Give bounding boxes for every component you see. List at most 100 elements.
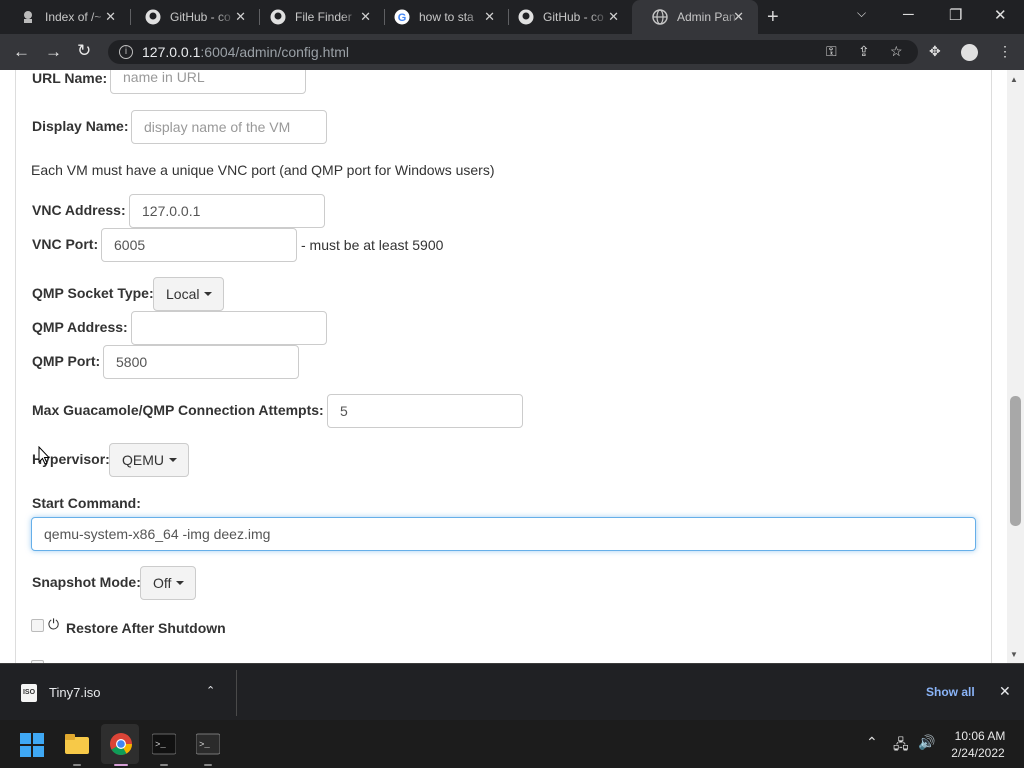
close-icon[interactable]: ✕ xyxy=(105,9,116,25)
menu-kebab-icon[interactable]: ⋮ xyxy=(998,43,1012,60)
iso-file-icon: ISO xyxy=(21,684,37,702)
url-text[interactable]: 127.0.0.1:6004/admin/config.html xyxy=(142,44,349,60)
vnc-address-input[interactable]: 127.0.0.1 xyxy=(129,194,325,228)
close-download-bar-icon[interactable]: ✕ xyxy=(999,683,1011,700)
file-explorer-icon[interactable] xyxy=(65,732,89,756)
minimize-icon[interactable]: ─ xyxy=(903,6,914,23)
caret-down-icon xyxy=(169,458,177,462)
volume-icon[interactable]: 🔊 xyxy=(918,734,935,751)
vnc-port-input[interactable]: 6005 xyxy=(101,228,297,262)
google-icon: G xyxy=(394,9,410,25)
close-window-icon[interactable]: ✕ xyxy=(994,6,1007,24)
qmp-socket-label: QMP Socket Type: xyxy=(32,285,154,301)
caret-down-icon xyxy=(204,292,213,296)
restore-icon[interactable]: ❐ xyxy=(949,6,962,24)
restore-after-shutdown-checkbox[interactable] xyxy=(31,619,44,632)
back-arrow-icon[interactable]: ← xyxy=(13,42,30,62)
bookmark-star-icon[interactable]: ☆ xyxy=(890,43,903,60)
scrollbar-thumb[interactable] xyxy=(1010,396,1021,526)
vnc-note: Each VM must have a unique VNC port (and… xyxy=(31,162,495,178)
download-divider xyxy=(236,670,237,716)
tab-google-search[interactable]: G how to sta ✕ xyxy=(374,0,509,34)
snapshot-mode-dropdown[interactable]: Off xyxy=(140,566,196,600)
vnc-port-hint: - must be at least 5900 xyxy=(301,237,444,253)
extensions-icon[interactable]: ✥ xyxy=(929,43,941,60)
snapshot-mode-label: Snapshot Mode: xyxy=(32,574,141,590)
scroll-down-arrow-icon[interactable]: ▼ xyxy=(1010,650,1018,659)
svg-text:G: G xyxy=(398,12,407,24)
mouse-cursor-icon xyxy=(38,446,50,465)
active-app-indicator xyxy=(114,764,128,766)
tab-title: GitHub - co xyxy=(170,10,236,24)
url-path: :6004/admin/config.html xyxy=(200,44,350,60)
caret-down-icon xyxy=(176,581,185,585)
tab-search-icon[interactable]: ⌵ xyxy=(857,6,866,21)
tab-title: how to sta xyxy=(419,10,485,24)
show-all-link[interactable]: Show all xyxy=(926,685,975,699)
clock-time[interactable]: 10:06 AM xyxy=(950,729,1010,743)
hypervisor-value: QEMU xyxy=(122,452,164,468)
page-scrollbar[interactable] xyxy=(1007,70,1024,663)
start-command-input[interactable]: qemu-system-x86_64 -img deez.img xyxy=(31,517,976,551)
clock-date[interactable]: 2/24/2022 xyxy=(946,746,1010,760)
close-icon[interactable]: ✕ xyxy=(733,9,744,25)
qmp-address-input[interactable] xyxy=(131,311,327,345)
download-bar: ISO Tiny7.iso ⌃ Show all ✕ xyxy=(0,663,1024,720)
close-icon[interactable]: ✕ xyxy=(608,9,619,25)
windows-start-icon[interactable] xyxy=(20,733,44,757)
globe-icon xyxy=(652,9,668,25)
vnc-address-label: VNC Address: xyxy=(32,202,126,218)
tab-title: GitHub - co xyxy=(543,10,609,24)
command-prompt-icon[interactable]: >_ xyxy=(196,732,220,756)
network-icon[interactable]: 🖧 xyxy=(893,734,909,758)
forward-arrow-icon[interactable]: → xyxy=(45,42,62,62)
tab-title: File Finder xyxy=(295,10,361,24)
qmp-address-label: QMP Address: xyxy=(32,319,128,335)
url-name-input[interactable]: name in URL xyxy=(110,70,306,94)
url-name-label: URL Name: xyxy=(32,70,108,86)
github-icon xyxy=(145,9,161,25)
hypervisor-dropdown[interactable]: QEMU xyxy=(109,443,189,477)
github-icon xyxy=(270,9,286,25)
profile-avatar-icon[interactable] xyxy=(961,44,978,61)
close-icon[interactable]: ✕ xyxy=(235,9,246,25)
scroll-up-arrow-icon[interactable]: ▲ xyxy=(1010,75,1018,84)
chrome-icon[interactable] xyxy=(109,732,133,756)
share-icon[interactable]: ⇪ xyxy=(858,43,870,60)
browser-tab-strip: Index of /~ ✕ GitHub - co ✕ File Finder … xyxy=(0,0,1024,34)
download-file-name[interactable]: Tiny7.iso xyxy=(49,685,101,700)
key-icon[interactable]: ⚿ xyxy=(826,43,837,60)
tab-index-of[interactable]: Index of /~ ✕ xyxy=(0,0,130,34)
max-attempts-input[interactable]: 5 xyxy=(327,394,523,428)
page-viewport: URL Name: name in URL Display Name: disp… xyxy=(0,70,1024,663)
snapshot-mode-value: Off xyxy=(153,575,172,591)
tab-file-finder[interactable]: File Finder ✕ xyxy=(250,0,385,34)
terminal-icon[interactable]: >_ xyxy=(152,732,176,756)
tab-title: Index of /~ xyxy=(45,10,111,24)
app-indicator xyxy=(160,764,168,766)
close-icon[interactable]: ✕ xyxy=(484,9,495,25)
app-indicator xyxy=(204,764,212,766)
reload-icon[interactable]: ↻ xyxy=(77,41,91,61)
web-icon xyxy=(20,9,36,25)
qmp-socket-dropdown[interactable]: Local xyxy=(153,277,224,311)
power-icon: ⏻ xyxy=(48,616,60,632)
url-host: 127.0.0.1 xyxy=(142,44,201,60)
svg-text:>_: >_ xyxy=(199,740,210,750)
tab-github-1[interactable]: GitHub - co ✕ xyxy=(125,0,260,34)
qmp-port-input[interactable]: 5800 xyxy=(103,345,299,379)
qmp-port-label: QMP Port: xyxy=(32,353,101,369)
display-name-input[interactable]: display name of the VM xyxy=(131,110,327,144)
tab-admin-panel[interactable]: Admin Pan ✕ xyxy=(632,0,758,34)
close-icon[interactable]: ✕ xyxy=(360,9,371,25)
vnc-port-label: VNC Port: xyxy=(32,236,99,252)
svg-text:>_: >_ xyxy=(155,740,166,750)
restore-after-shutdown-label: Restore After Shutdown xyxy=(66,620,226,636)
display-name-label: Display Name: xyxy=(32,118,129,134)
max-attempts-label: Max Guacamole/QMP Connection Attempts: xyxy=(32,402,324,418)
tab-github-2[interactable]: GitHub - co ✕ xyxy=(498,0,633,34)
site-info-icon[interactable]: i xyxy=(119,45,133,59)
chevron-up-tray-icon[interactable]: ⌃ xyxy=(866,734,878,751)
new-tab-icon[interactable]: + xyxy=(767,6,779,29)
chevron-up-icon[interactable]: ⌃ xyxy=(206,684,215,697)
